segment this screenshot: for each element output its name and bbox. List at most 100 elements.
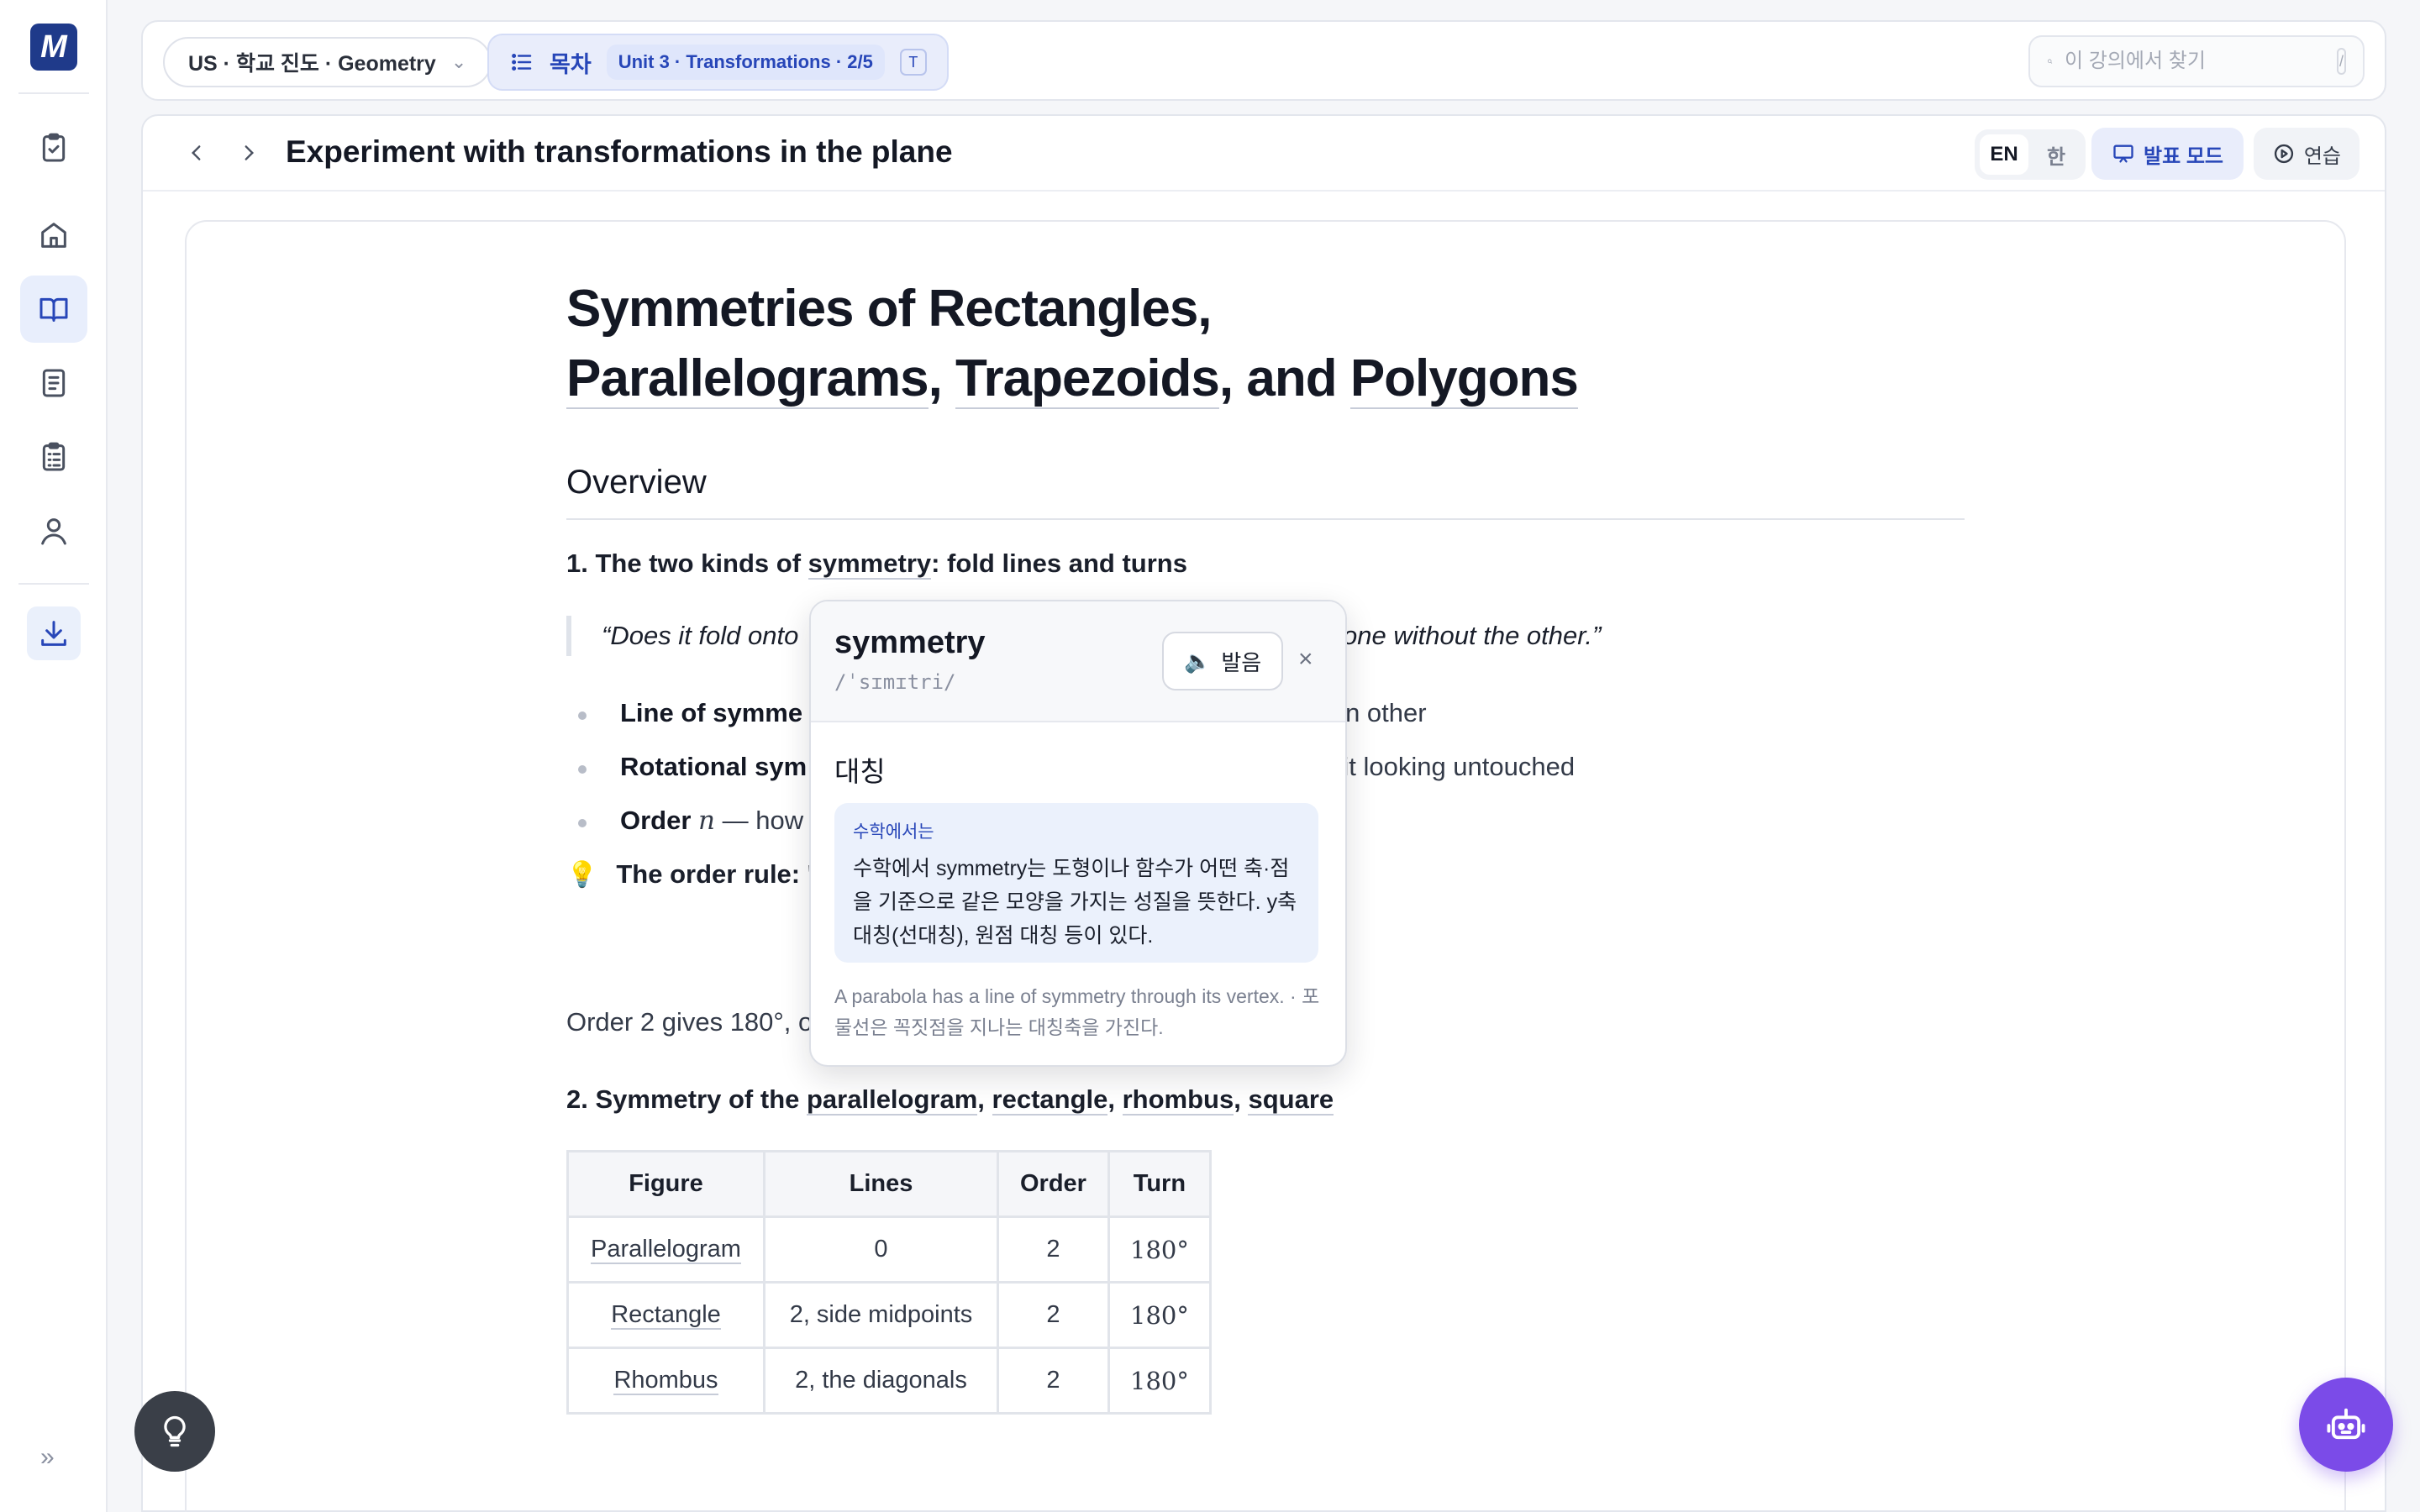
- glossary-term-parallelogram[interactable]: parallelogram: [806, 1084, 978, 1116]
- rail-item-assignments[interactable]: [20, 114, 87, 181]
- checklist-icon: [42, 442, 66, 471]
- cell-lines: 2, side midpoints: [763, 1281, 999, 1349]
- rail-divider: [18, 583, 89, 585]
- presentation-icon: [2113, 144, 2133, 163]
- toc-unit-progress: Unit 3 · Transformations · 2/5: [606, 45, 885, 80]
- rail-item-notes[interactable]: [20, 349, 87, 417]
- quote-text-start: “Does it fold onto: [602, 621, 799, 650]
- glossary-term-symmetry[interactable]: symmetry: [808, 549, 932, 580]
- bullet-term: Line of symme: [620, 698, 803, 727]
- list-icon: [512, 54, 532, 71]
- bullet-term: Order: [620, 806, 699, 835]
- cell-lines: 2, the diagonals: [763, 1347, 999, 1415]
- glossary-term-square[interactable]: square: [1248, 1084, 1334, 1116]
- play-circle-icon: [2274, 144, 2293, 164]
- cell-order: 2: [997, 1347, 1110, 1415]
- close-icon[interactable]: ×: [1298, 645, 1313, 674]
- expand-rail-icon[interactable]: »: [40, 1443, 55, 1472]
- lightbulb-icon: [164, 1415, 186, 1447]
- table-row: Parallelogram 0 2 180°: [566, 1215, 1212, 1284]
- toc-button[interactable]: 목차 Unit 3 · Transformations · 2/5 T: [487, 34, 949, 91]
- search-icon: [2048, 59, 2053, 64]
- popup-header: symmetry /ˈsɪmɪtri/ 🔈 발음 ×: [811, 601, 1345, 722]
- col-header-lines: Lines: [763, 1150, 999, 1218]
- bullet-text: — how: [715, 806, 804, 835]
- section-1-text: : fold lines and turns: [931, 549, 1187, 578]
- open-book-icon: [39, 297, 68, 322]
- document-title: Symmetries of Rectangles, Parallelograms…: [566, 274, 1965, 413]
- popup-word: symmetry: [834, 625, 986, 660]
- prev-lesson-button[interactable]: [178, 134, 215, 171]
- popup-math-definition: 수학에서는 수학에서 symmetry는 도형이나 함수가 어떤 축·점을 기준…: [834, 803, 1318, 963]
- glossary-term-rhombus[interactable]: rhombus: [1122, 1084, 1234, 1116]
- cell-figure: Rectangle: [566, 1281, 765, 1349]
- search-input[interactable]: [2065, 50, 2325, 73]
- order-rule-text: The order rule: ': [616, 859, 814, 889]
- speaker-icon: 🔈: [1184, 648, 1212, 674]
- lang-en-option[interactable]: EN: [1980, 134, 2028, 175]
- popup-pronunciation: /ˈsɪmɪtri/: [834, 670, 956, 694]
- lecture-search[interactable]: /: [2028, 35, 2365, 87]
- app-logo[interactable]: M: [30, 24, 77, 71]
- section-2-text: 2. Symmetry of the: [566, 1084, 807, 1114]
- title-sep: ,: [928, 349, 956, 407]
- section-2-text: ,: [977, 1084, 992, 1114]
- bullet-text: n other: [1345, 698, 1427, 727]
- title-sep: , and: [1218, 349, 1350, 407]
- definition-context-tag: 수학에서는: [853, 822, 934, 842]
- glossary-term-parallelogram[interactable]: Parallelogram: [591, 1236, 741, 1264]
- cell-figure: Parallelogram: [566, 1215, 765, 1284]
- section-2-heading: 2. Symmetry of the parallelogram, rectan…: [566, 1084, 1965, 1116]
- cell-turn: 180°: [1107, 1281, 1212, 1349]
- col-header-figure: Figure: [566, 1150, 765, 1218]
- section-1-heading: 1. The two kinds of symmetry: fold lines…: [566, 549, 1965, 580]
- clipboard-check-icon: [42, 133, 66, 162]
- section-1-text: 1. The two kinds of: [566, 549, 808, 578]
- rail-item-lessons[interactable]: [20, 276, 87, 343]
- bullet-text: s it looking untouched: [1323, 752, 1576, 781]
- course-selector[interactable]: US · 학교 진도 · Geometry ⌄: [163, 37, 492, 87]
- toc-shortcut-key: T: [899, 49, 927, 76]
- rail-item-profile[interactable]: [20, 497, 87, 564]
- rail-item-download[interactable]: [27, 606, 81, 660]
- popup-korean-translation: 대칭: [834, 756, 886, 787]
- definition-text: 수학에서 symmetry는 도형이나 함수가 어떤 축·점을 기준으로 같은 …: [853, 857, 1297, 948]
- practice-button[interactable]: 연습: [2253, 128, 2360, 180]
- lang-ko-option[interactable]: 한: [2032, 134, 2081, 175]
- rail-item-home[interactable]: [20, 202, 87, 269]
- bullet-term: Rotational sym: [620, 752, 808, 781]
- pronounce-button[interactable]: 🔈 발음: [1162, 632, 1284, 690]
- glossary-term-rhombus[interactable]: Rhombus: [613, 1367, 718, 1395]
- math-variable-n: n: [698, 806, 715, 836]
- glossary-popup: symmetry /ˈsɪmɪtri/ 🔈 발음 × 대칭 수학에서는 수학에서…: [809, 600, 1347, 1067]
- download-icon: [41, 621, 66, 646]
- left-rail: M »: [0, 0, 108, 1512]
- glossary-term-rectangle[interactable]: rectangle: [992, 1084, 1108, 1116]
- hint-button[interactable]: [134, 1391, 215, 1472]
- presentation-mode-label: 발표 모드: [2144, 144, 2223, 168]
- rail-item-checklist[interactable]: [20, 423, 87, 491]
- glossary-term-parallelograms[interactable]: Parallelograms: [566, 349, 929, 409]
- home-icon: [41, 223, 66, 248]
- next-lesson-button[interactable]: [230, 134, 267, 171]
- lesson-header: Experiment with transformations in the p…: [143, 116, 2385, 192]
- title-line-1: Symmetries of Rectangles,: [566, 280, 1213, 338]
- ai-assistant-button[interactable]: [2299, 1378, 2393, 1472]
- popup-example-sentence: A parabola has a line of symmetry throug…: [834, 985, 1320, 1038]
- glossary-term-trapezoids[interactable]: Trapezoids: [955, 349, 1220, 409]
- cell-turn: 180°: [1107, 1347, 1212, 1415]
- cell-turn: 180°: [1107, 1215, 1212, 1284]
- symmetry-table: Figure Lines Order Turn Parallelogram 0 …: [566, 1150, 1212, 1415]
- cell-order: 2: [997, 1215, 1110, 1284]
- cell-order: 2: [997, 1281, 1110, 1349]
- lesson-title: Experiment with transformations in the p…: [286, 134, 953, 169]
- overview-heading: Overview: [566, 464, 1965, 520]
- glossary-term-rectangle[interactable]: Rectangle: [611, 1301, 721, 1330]
- section-2-text: ,: [1107, 1084, 1123, 1114]
- chevron-right-icon: [245, 145, 255, 160]
- col-header-order: Order: [997, 1150, 1110, 1218]
- top-bar: US · 학교 진도 · Geometry ⌄ 목차 Unit 3 · Tran…: [141, 20, 2386, 101]
- presentation-mode-button[interactable]: 발표 모드: [2091, 128, 2244, 180]
- glossary-term-polygons[interactable]: Polygons: [1349, 349, 1579, 409]
- table-header-row: Figure Lines Order Turn: [566, 1150, 1212, 1218]
